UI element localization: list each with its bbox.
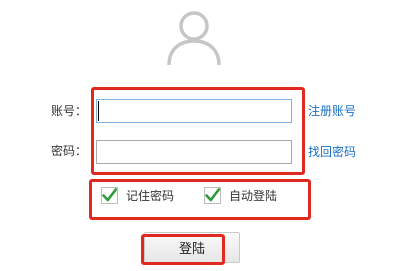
highlight-box-options <box>89 179 311 220</box>
username-label: 账号： <box>51 104 88 118</box>
highlight-box-login <box>141 234 225 265</box>
password-label: 密码： <box>51 144 88 158</box>
register-link[interactable]: 注册账号 <box>308 104 356 118</box>
highlight-box-credentials <box>91 87 305 175</box>
recover-password-link[interactable]: 找回密码 <box>308 145 356 159</box>
user-avatar-icon <box>166 8 222 66</box>
